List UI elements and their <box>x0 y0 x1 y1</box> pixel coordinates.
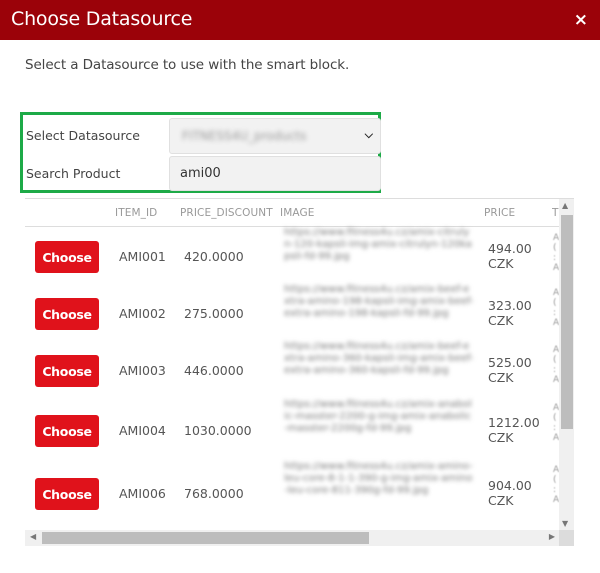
products-table: ITEM_ID PRICE_DISCOUNT IMAGE PRICE T Cho… <box>25 198 574 546</box>
horizontal-scroll-thumb[interactable] <box>42 532 369 544</box>
choose-button[interactable]: Choose <box>35 298 99 330</box>
scroll-left-icon[interactable]: ◀ <box>30 532 36 541</box>
scroll-up-icon[interactable]: ▲ <box>562 201 568 210</box>
search-label: Search Product <box>26 166 121 181</box>
item-id-cell: AMI004 <box>119 423 166 438</box>
price-discount-cell: 768.0000 <box>184 486 244 501</box>
price-currency: CZK <box>488 370 514 385</box>
column-header-image: IMAGE <box>280 207 315 219</box>
image-url-cell: https://www.fitness4u.cz/amix-beef-extra… <box>284 341 474 376</box>
price-cell: 904.00 CZK <box>488 478 532 508</box>
choose-button[interactable]: Choose <box>35 415 99 447</box>
price-cell: 494.00 CZK <box>488 241 532 271</box>
table-row: Choose AMI002 275.0000 https://www.fitness4… <box>25 284 560 339</box>
dialog-intro: Select a Datasource to use with the smar… <box>25 57 350 73</box>
price-discount-cell: 275.0000 <box>184 306 244 321</box>
column-header-price-discount: PRICE_DISCOUNT <box>180 207 273 219</box>
price-value: 494.00 <box>488 241 532 256</box>
close-icon[interactable]: × <box>574 10 588 30</box>
item-id-cell: AMI001 <box>119 249 166 264</box>
datasource-form: Select Datasource FITNESS4U_products ⌵ S… <box>20 112 381 193</box>
vertical-scroll-thumb[interactable] <box>561 215 573 429</box>
column-header-price: PRICE <box>484 207 516 219</box>
price-discount-cell: 1030.0000 <box>184 423 252 438</box>
price-value: 323.00 <box>488 298 532 313</box>
image-url-cell: https://www.fitness4u.cz/amix-beef-extra… <box>284 284 474 319</box>
table-row: Choose AMI004 1030.0000 https://www.fitness… <box>25 399 560 459</box>
choose-button[interactable]: Choose <box>35 478 99 510</box>
datasource-select-value: FITNESS4U_products <box>182 129 307 143</box>
search-field[interactable] <box>169 156 381 191</box>
price-currency: CZK <box>488 493 514 508</box>
price-currency: CZK <box>488 256 514 271</box>
datasource-row: Select Datasource FITNESS4U_products ⌵ <box>26 118 381 154</box>
table-header: ITEM_ID PRICE_DISCOUNT IMAGE PRICE T <box>25 199 560 227</box>
scrollbar-corner <box>559 530 574 546</box>
table-row: Choose AMI003 446.0000 https://www.fitness4… <box>25 341 560 397</box>
price-value: 1212.00 <box>488 415 540 430</box>
image-url-cell: https://www.fitness4u.cz/amix-amino-leu-… <box>284 461 473 496</box>
price-discount-cell: 446.0000 <box>184 363 244 378</box>
chevron-down-icon: ⌵ <box>364 128 373 141</box>
price-cell: 1212.00 CZK <box>488 415 540 445</box>
item-id-cell: AMI003 <box>119 363 166 378</box>
vertical-scrollbar[interactable]: ▲ ▼ <box>559 199 574 530</box>
scroll-down-icon[interactable]: ▼ <box>562 519 568 528</box>
datasource-select[interactable]: FITNESS4U_products ⌵ <box>169 118 381 154</box>
datasource-label: Select Datasource <box>26 128 140 143</box>
price-currency: CZK <box>488 430 514 445</box>
horizontal-scrollbar[interactable]: ◀ ▶ <box>25 530 559 546</box>
price-value: 525.00 <box>488 355 532 370</box>
item-id-cell: AMI002 <box>119 306 166 321</box>
scroll-right-icon[interactable]: ▶ <box>549 532 555 541</box>
price-cell: 323.00 CZK <box>488 298 532 328</box>
price-cell: 525.00 CZK <box>488 355 532 385</box>
item-id-cell: AMI006 <box>119 486 166 501</box>
image-url-cell: https://www.fitness4u.cz/amix-citrulyn-1… <box>284 227 472 262</box>
price-value: 904.00 <box>488 478 532 493</box>
search-row: Search Product <box>26 156 381 191</box>
price-currency: CZK <box>488 313 514 328</box>
dialog-header: Choose Datasource × <box>0 0 600 40</box>
dialog-title: Choose Datasource <box>11 8 193 30</box>
column-header-item-id: ITEM_ID <box>115 207 158 219</box>
price-discount-cell: 420.0000 <box>184 249 244 264</box>
choose-button[interactable]: Choose <box>35 241 99 273</box>
table-row: Choose AMI001 420.0000 https://www.fitness4… <box>25 227 560 281</box>
search-product-input[interactable] <box>180 166 370 181</box>
table-row: Choose AMI006 768.0000 https://www.fitness4… <box>25 461 560 523</box>
choose-button[interactable]: Choose <box>35 355 99 387</box>
image-url-cell: https://www.fitness4u.cz/amix-anabolic-m… <box>284 399 472 434</box>
